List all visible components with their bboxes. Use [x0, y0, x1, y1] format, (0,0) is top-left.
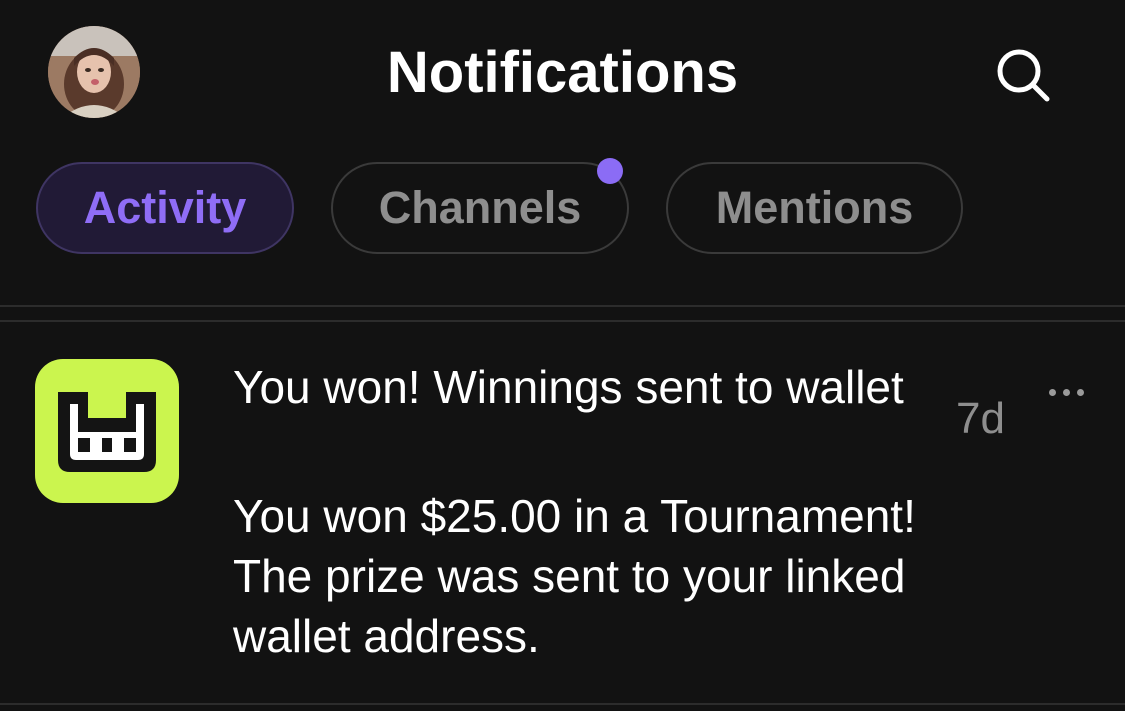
tab-mentions[interactable]: Mentions [666, 162, 963, 254]
app-logo-icon [34, 358, 180, 504]
tab-activity[interactable]: Activity [36, 162, 294, 254]
notification-tabs: Activity Channels Mentions [36, 158, 963, 258]
tab-label: Activity [83, 182, 247, 233]
notifications-screen: Notifications Activity Channels Mentions [0, 0, 1125, 711]
tab-channels[interactable]: Channels [331, 158, 629, 254]
search-button[interactable] [990, 42, 1056, 108]
notification-title: You won! Winnings sent to wallet [233, 361, 904, 413]
tab-label: Mentions [715, 182, 914, 233]
search-icon [997, 49, 1050, 102]
divider [0, 320, 1125, 322]
notification-time: 7d [956, 394, 1005, 443]
tab-label: Channels [378, 182, 582, 233]
unread-dot [597, 158, 623, 184]
page-title: Notifications [386, 40, 739, 105]
divider [0, 305, 1125, 307]
more-horizontal-icon [1048, 388, 1056, 396]
more-options-button[interactable] [1036, 372, 1096, 412]
notification-body: You won $25.00 in a Tournament! The priz… [233, 490, 916, 662]
more-horizontal-icon [1062, 388, 1070, 396]
more-horizontal-icon [1076, 388, 1084, 396]
divider [0, 703, 1125, 705]
